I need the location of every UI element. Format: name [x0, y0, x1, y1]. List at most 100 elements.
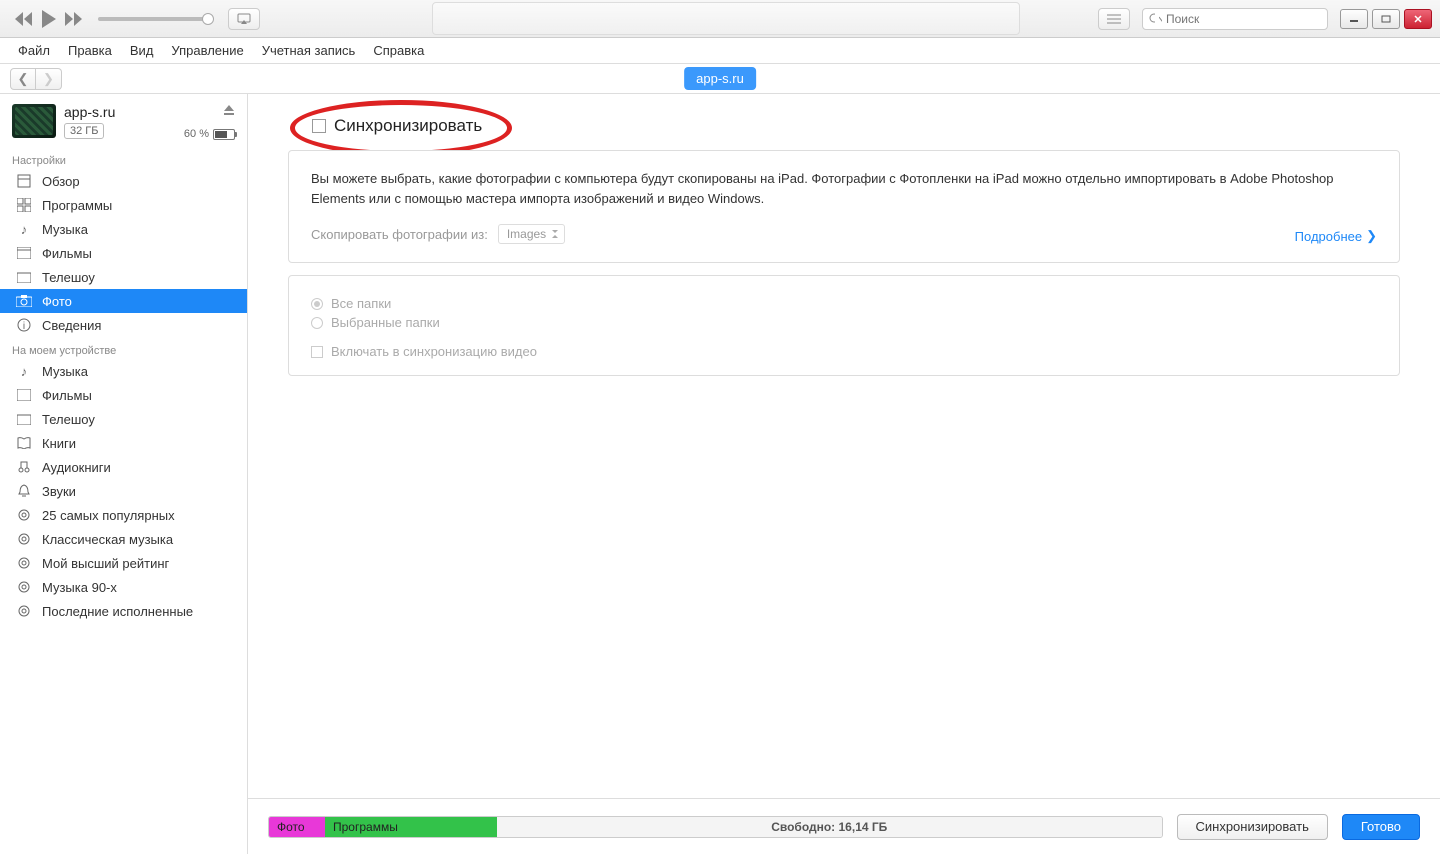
- window-minimize-button[interactable]: [1340, 9, 1368, 29]
- sidebar-item-music[interactable]: ♪Музыка: [0, 217, 247, 241]
- camera-icon: [16, 293, 32, 309]
- done-button[interactable]: Готово: [1342, 814, 1420, 840]
- sidebar-item-device-audiobooks[interactable]: Аудиокниги: [0, 455, 247, 479]
- sidebar-item-classical[interactable]: Классическая музыка: [0, 527, 247, 551]
- svg-text:i: i: [23, 321, 25, 332]
- storage-bar: Фото Программы Свободно: 16,14 ГБ: [268, 816, 1163, 838]
- sidebar-item-label: Фильмы: [42, 388, 92, 403]
- sidebar-item-label: Мой высший рейтинг: [42, 556, 169, 571]
- sidebar-section-on-device: На моем устройстве: [0, 337, 247, 359]
- sidebar-item-90s[interactable]: Музыка 90-х: [0, 575, 247, 599]
- menu-controls[interactable]: Управление: [163, 40, 251, 61]
- menu-file[interactable]: Файл: [10, 40, 58, 61]
- sidebar-item-info[interactable]: i Сведения: [0, 313, 247, 337]
- sync-checkbox[interactable]: [312, 119, 326, 133]
- sidebar-item-label: Классическая музыка: [42, 532, 173, 547]
- play-button[interactable]: [40, 10, 58, 28]
- nav-forward-button[interactable]: ❯: [36, 68, 62, 90]
- window-maximize-button[interactable]: [1372, 9, 1400, 29]
- up-next-button[interactable]: [1098, 8, 1130, 30]
- device-name: app-s.ru: [64, 104, 235, 120]
- sidebar-item-top25[interactable]: 25 самых популярных: [0, 503, 247, 527]
- sidebar-item-label: Сведения: [42, 318, 101, 333]
- summary-icon: [16, 173, 32, 189]
- nav-back-button[interactable]: ❮: [10, 68, 36, 90]
- sidebar-item-device-music[interactable]: ♪ Музыка: [0, 359, 247, 383]
- movies-icon: [16, 245, 32, 261]
- music-icon: ♪: [16, 363, 32, 379]
- audiobook-icon: [16, 459, 32, 475]
- sidebar-item-top-rated[interactable]: Мой высший рейтинг: [0, 551, 247, 575]
- gear-icon: [16, 603, 32, 619]
- breadcrumb[interactable]: app-s.ru: [684, 67, 756, 90]
- sidebar-item-recent[interactable]: Последние исполненные: [0, 599, 247, 623]
- checkbox-label: Включать в синхронизацию видео: [331, 344, 537, 359]
- sidebar-item-device-tvshows[interactable]: Телешоу: [0, 407, 247, 431]
- sidebar-item-device-books[interactable]: Книги: [0, 431, 247, 455]
- now-playing-display: [432, 2, 1020, 35]
- sidebar-item-label: Музыка: [42, 364, 88, 379]
- radio-selected-folders[interactable]: [311, 317, 323, 329]
- chevron-down-icon: [1159, 16, 1162, 22]
- sidebar-item-label: Последние исполненные: [42, 604, 193, 619]
- menu-help[interactable]: Справка: [365, 40, 432, 61]
- gear-icon: [16, 531, 32, 547]
- window-close-button[interactable]: [1404, 9, 1432, 29]
- sidebar-item-summary[interactable]: Обзор: [0, 169, 247, 193]
- sidebar-item-label: Телешоу: [42, 270, 95, 285]
- menu-account[interactable]: Учетная запись: [254, 40, 364, 61]
- menu-bar: Файл Правка Вид Управление Учетная запис…: [0, 38, 1440, 64]
- menu-edit[interactable]: Правка: [60, 40, 120, 61]
- tv-icon: [16, 411, 32, 427]
- source-folder-select[interactable]: Images: [498, 224, 565, 244]
- search-input[interactable]: [1166, 12, 1321, 26]
- storage-segment-apps: Программы: [325, 817, 497, 837]
- volume-slider[interactable]: [98, 17, 208, 21]
- sidebar-item-label: Книги: [42, 436, 76, 451]
- gear-icon: [16, 579, 32, 595]
- sidebar-item-device-movies[interactable]: Фильмы: [0, 383, 247, 407]
- include-video-checkbox[interactable]: [311, 346, 323, 358]
- movies-icon: [16, 387, 32, 403]
- radio-all-folders[interactable]: [311, 298, 323, 310]
- next-track-button[interactable]: [64, 12, 84, 26]
- sidebar-item-tvshows[interactable]: Телешоу: [0, 265, 247, 289]
- sidebar-item-device-tones[interactable]: Звуки: [0, 479, 247, 503]
- sidebar-item-label: Аудиокниги: [42, 460, 111, 475]
- bottom-bar: Фото Программы Свободно: 16,14 ГБ Синхро…: [248, 798, 1440, 854]
- sidebar-item-label: Телешоу: [42, 412, 95, 427]
- menu-view[interactable]: Вид: [122, 40, 162, 61]
- info-icon: i: [16, 317, 32, 333]
- sidebar-item-label: Программы: [42, 198, 112, 213]
- sidebar-item-movies[interactable]: Фильмы: [0, 241, 247, 265]
- learn-more-link[interactable]: Подробнее❯: [1295, 228, 1377, 244]
- sync-button[interactable]: Синхронизировать: [1177, 814, 1328, 840]
- apps-icon: [16, 197, 32, 213]
- book-icon: [16, 435, 32, 451]
- player-toolbar: [0, 0, 1440, 38]
- device-header: app-s.ru 32 ГБ 60 %: [0, 94, 247, 147]
- info-panel: Вы можете выбрать, какие фотографии с ко…: [288, 150, 1400, 263]
- storage-segment-free: Свободно: 16,14 ГБ: [497, 817, 1162, 837]
- search-icon: [1149, 13, 1155, 25]
- eject-icon[interactable]: [223, 104, 235, 116]
- radio-label: Все папки: [331, 296, 391, 311]
- prev-track-button[interactable]: [14, 12, 34, 26]
- airplay-button[interactable]: [228, 8, 260, 30]
- device-capacity-badge: 32 ГБ: [64, 123, 104, 139]
- storage-segment-photos: Фото: [269, 817, 325, 837]
- sidebar-item-label: Обзор: [42, 174, 80, 189]
- sidebar-item-label: Фото: [42, 294, 72, 309]
- sidebar-item-label: Фильмы: [42, 246, 92, 261]
- sidebar-item-apps[interactable]: Программы: [0, 193, 247, 217]
- battery-pct: 60 %: [184, 128, 209, 140]
- gear-icon: [16, 555, 32, 571]
- sync-label: Синхронизировать: [334, 116, 482, 136]
- sidebar: app-s.ru 32 ГБ 60 % Настройки Обзор Прог…: [0, 94, 248, 854]
- sidebar-item-photos[interactable]: Фото: [0, 289, 247, 313]
- tv-icon: [16, 269, 32, 285]
- search-box[interactable]: [1142, 8, 1328, 30]
- content-area: Синхронизировать Вы можете выбрать, каки…: [248, 94, 1440, 854]
- options-panel: Все папки Выбранные папки Включать в син…: [288, 275, 1400, 376]
- chevron-right-icon: ❯: [1366, 228, 1377, 244]
